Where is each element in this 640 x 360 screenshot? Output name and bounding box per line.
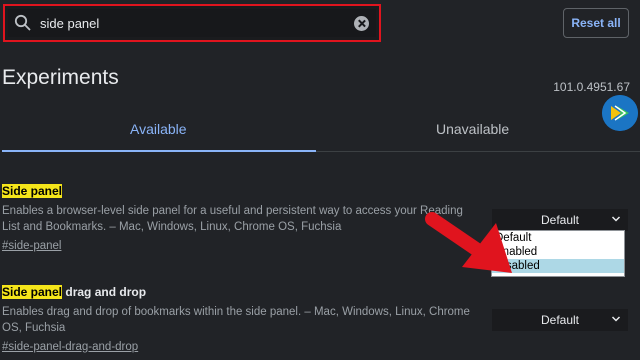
clear-icon[interactable] xyxy=(354,15,369,31)
chevron-down-icon xyxy=(611,216,621,222)
version-label: 101.0.4951.67 xyxy=(553,80,630,94)
tab-available[interactable]: Available xyxy=(130,121,187,137)
extension-icon[interactable] xyxy=(602,95,638,131)
experiment-select[interactable]: Default xyxy=(492,309,628,331)
experiment-title: Side panel drag and drop xyxy=(2,285,146,299)
experiment-link[interactable]: #side-panel-drag-and-drop xyxy=(2,341,138,353)
title-rest: drag and drop xyxy=(62,285,147,299)
page-title: Experiments xyxy=(2,66,119,89)
experiment-description: Enables a browser-level side panel for a… xyxy=(2,205,463,233)
experiment-title: Side panel xyxy=(2,184,63,198)
chevron-down-icon xyxy=(611,316,621,322)
arrow-annotation xyxy=(425,212,512,273)
search-input[interactable] xyxy=(40,15,354,31)
experiment-description: Enables drag and drop of bookmarks withi… xyxy=(2,306,470,334)
tab-unavailable[interactable]: Unavailable xyxy=(436,121,509,137)
tab-divider xyxy=(316,151,640,152)
title-highlight: Side panel xyxy=(2,184,63,198)
tab-indicator xyxy=(2,150,316,152)
title-highlight: Side panel xyxy=(2,285,63,299)
select-value: Default xyxy=(540,213,580,227)
reset-all-button[interactable]: Reset all xyxy=(563,8,629,38)
select-value: Default xyxy=(540,313,580,327)
search-box xyxy=(3,4,381,42)
extension-logo xyxy=(602,95,638,131)
search-icon xyxy=(14,14,31,31)
search-field[interactable] xyxy=(8,9,376,37)
experiment-link[interactable]: #side-panel xyxy=(2,240,61,252)
